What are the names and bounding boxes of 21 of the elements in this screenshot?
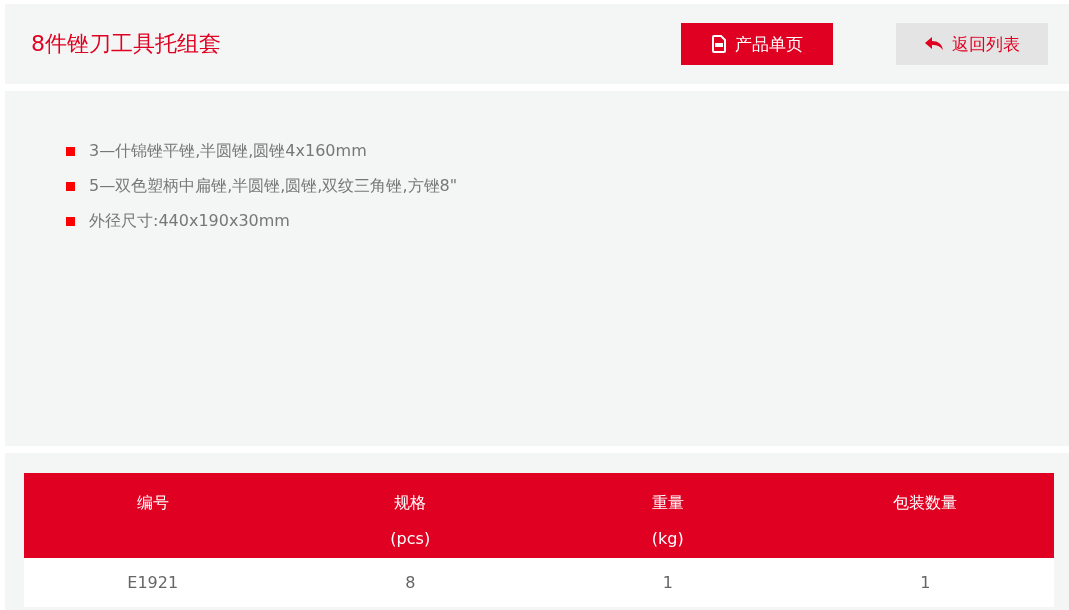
column-header: 重量 [650,492,685,514]
bullet-icon [66,146,75,156]
column-header: 编号 [135,492,170,514]
feature-text: 3—什锦锉平锉,半圆锉,圆锉4x160mm [89,140,367,162]
bullet-icon [66,216,75,226]
column-unit: (kg) [650,528,685,550]
feature-text: 外径尺寸:440x190x30mm [89,210,290,232]
column-header: 规格 [393,492,428,514]
product-sheet-button[interactable]: 产品单页 [681,23,833,65]
feature-text: 5—双色塑柄中扁锉,半圆锉,圆锉,双纹三角锉,方锉8" [89,175,458,197]
table-cell: 8 [405,573,416,592]
table-cell: 1 [662,573,673,592]
table-cell: E1921 [127,573,179,592]
column-header: 包装数量 [892,492,959,514]
column-unit: (pcs) [389,528,432,550]
pdf-file-icon [711,35,727,53]
reply-arrow-icon [924,36,944,52]
product-title: 8件锉刀工具托组套 [31,30,221,58]
bullet-icon [66,181,75,191]
table-cell: 1 [920,573,931,592]
back-button[interactable]: 返回列表 [896,23,1048,65]
